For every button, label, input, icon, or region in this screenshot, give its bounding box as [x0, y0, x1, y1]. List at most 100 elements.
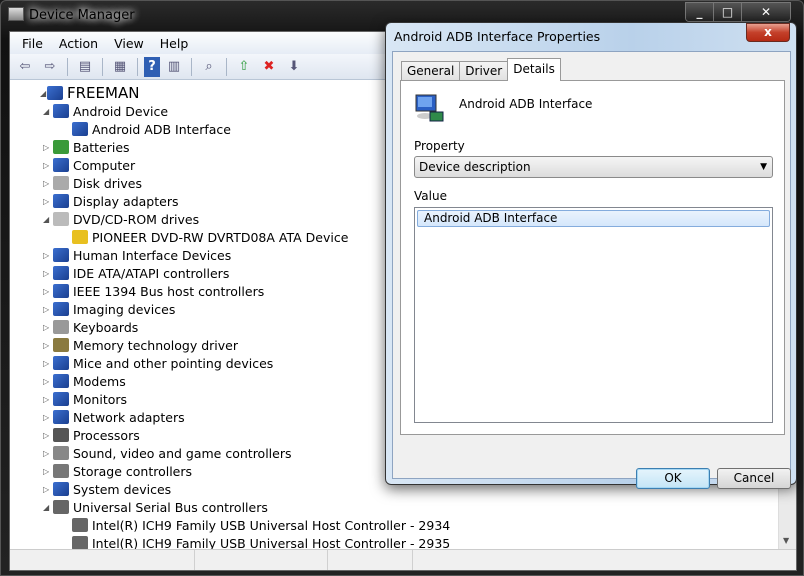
tree-item-label: Android Device [73, 103, 169, 119]
tree-item[interactable]: ▷ Mice and other pointing devices [43, 354, 274, 372]
expand-icon[interactable]: ▷ [43, 323, 51, 332]
tree-item[interactable]: ▷ Network adapters [43, 408, 185, 426]
forward-icon[interactable]: ⇨ [39, 57, 61, 77]
expand-icon[interactable]: ▷ [43, 377, 51, 386]
action-pane-icon[interactable]: ▥ [163, 57, 185, 77]
disk-icon [53, 176, 69, 190]
tree-item-label: Mice and other pointing devices [73, 355, 274, 371]
help-icon[interactable]: ? [144, 56, 160, 77]
tree-item[interactable]: ▷ Storage controllers [43, 462, 193, 480]
tree-item-label: System devices [73, 481, 172, 497]
expand-icon[interactable]: ▷ [43, 305, 51, 314]
tree-item[interactable]: ▷ IEEE 1394 Bus host controllers [43, 282, 264, 300]
tree-item-label: Universal Serial Bus controllers [73, 499, 268, 515]
expand-icon[interactable]: ▷ [43, 449, 51, 458]
minimize-button[interactable]: _ [686, 3, 714, 21]
device-icon [72, 122, 88, 136]
maximize-button[interactable]: □ [714, 3, 742, 21]
back-icon[interactable]: ⇦ [14, 57, 36, 77]
tree-item-label: IDE ATA/ATAPI controllers [73, 265, 230, 281]
tab-general[interactable]: General [401, 61, 461, 81]
properties-icon[interactable]: ▦ [109, 57, 131, 77]
collapse-icon[interactable]: ◢ [40, 89, 48, 98]
collapse-icon[interactable]: ◢ [43, 503, 51, 512]
expand-icon[interactable]: ▷ [43, 287, 51, 296]
tree-item-label: PIONEER DVD-RW DVRTD08A ATA Device [92, 229, 349, 245]
expand-icon[interactable]: ▷ [43, 143, 51, 152]
tree-item-label: DVD/CD-ROM drives [73, 211, 200, 227]
expand-icon[interactable]: ▷ [43, 413, 51, 422]
expand-icon[interactable]: ▷ [43, 359, 51, 368]
expand-icon[interactable]: ▷ [43, 467, 51, 476]
property-select[interactable]: Device description ▼ [414, 156, 773, 178]
details-tab-page: Android ADB Interface Property Device de… [400, 80, 785, 435]
toolbar-separator [67, 57, 68, 76]
expand-icon[interactable]: ▷ [43, 431, 51, 440]
dialog-close-button[interactable]: x [746, 23, 790, 42]
dvd-warning-icon [72, 230, 88, 244]
tree-item[interactable]: ▷ System devices [43, 480, 172, 498]
tree-item[interactable]: ▷ Sound, video and game controllers [43, 444, 292, 462]
tree-item-label: Storage controllers [73, 463, 193, 479]
expand-icon[interactable]: ▷ [43, 269, 51, 278]
close-button[interactable]: ✕ [742, 3, 790, 21]
collapse-icon[interactable]: ◢ [43, 215, 51, 224]
modem-icon [53, 374, 69, 388]
expand-icon[interactable]: ▷ [43, 251, 51, 260]
menu-view[interactable]: View [106, 36, 152, 51]
tree-item-label: FREEMAN [67, 84, 140, 102]
menu-action[interactable]: Action [51, 36, 106, 51]
tree-item[interactable]: PIONEER DVD-RW DVRTD08A ATA Device [72, 228, 348, 246]
tree-item[interactable]: ▷ Memory technology driver [43, 336, 238, 354]
tree-item-label: Display adapters [73, 193, 179, 209]
ide-icon [53, 266, 69, 280]
expand-icon[interactable]: ▷ [43, 341, 51, 350]
tree-item[interactable]: ▷ Computer [43, 156, 135, 174]
chevron-down-icon: ▼ [760, 162, 767, 172]
scroll-down-icon[interactable]: ▼ [783, 536, 789, 545]
tree-item[interactable]: ◢ Android Device [43, 102, 169, 120]
value-list[interactable]: Android ADB Interface [414, 207, 773, 423]
status-pane [195, 550, 328, 570]
expand-icon[interactable]: ▷ [43, 197, 51, 206]
expand-icon[interactable]: ▷ [43, 395, 51, 404]
uninstall-device-icon[interactable]: ⬇ [283, 57, 305, 77]
scan-hardware-icon[interactable]: ⌕ [198, 57, 220, 77]
tree-item[interactable]: ▷ Processors [43, 426, 140, 444]
disable-device-icon[interactable]: ✖ [258, 57, 280, 77]
tree-item-label: Keyboards [73, 319, 139, 335]
toolbar-separator [191, 57, 192, 76]
computer-icon [47, 86, 63, 100]
tab-details[interactable]: Details [507, 58, 561, 81]
tab-driver[interactable]: Driver [459, 61, 509, 81]
expand-icon[interactable]: ▷ [43, 179, 51, 188]
tree-item[interactable]: Android ADB Interface [72, 120, 231, 138]
menu-file[interactable]: File [14, 36, 51, 51]
tree-item[interactable]: ▷ Keyboards [43, 318, 139, 336]
tree-item[interactable]: ▷ Display adapters [43, 192, 179, 210]
collapse-icon[interactable]: ◢ [43, 107, 51, 116]
camera-icon [53, 302, 69, 316]
tree-item[interactable]: Intel(R) ICH9 Family USB Universal Host … [72, 534, 450, 549]
tree-item[interactable]: ▷ Disk drives [43, 174, 142, 192]
menu-help[interactable]: Help [152, 36, 197, 51]
tree-item[interactable]: ▷ Batteries [43, 138, 130, 156]
tree-item[interactable]: ◢ Universal Serial Bus controllers [43, 498, 268, 516]
tree-item[interactable]: Intel(R) ICH9 Family USB Universal Host … [72, 516, 450, 534]
expand-icon[interactable]: ▷ [43, 161, 51, 170]
tree-item[interactable]: ◢ FREEMAN [40, 84, 140, 102]
expand-icon[interactable]: ▷ [43, 485, 51, 494]
update-driver-icon[interactable]: ⇧ [233, 57, 255, 77]
ok-button[interactable]: OK [636, 468, 710, 489]
system-icon [53, 482, 69, 496]
tree-item[interactable]: ▷ Imaging devices [43, 300, 175, 318]
tree-item[interactable]: ▷ Human Interface Devices [43, 246, 232, 264]
tree-item-label: Human Interface Devices [73, 247, 232, 263]
tree-item[interactable]: ▷ Modems [43, 372, 126, 390]
tree-item[interactable]: ▷ IDE ATA/ATAPI controllers [43, 264, 230, 282]
show-hide-console-tree-icon[interactable]: ▤ [74, 57, 96, 77]
tree-item[interactable]: ◢ DVD/CD-ROM drives [43, 210, 200, 228]
value-list-item[interactable]: Android ADB Interface [417, 210, 770, 227]
tree-item[interactable]: ▷ Monitors [43, 390, 127, 408]
cancel-button[interactable]: Cancel [717, 468, 791, 489]
